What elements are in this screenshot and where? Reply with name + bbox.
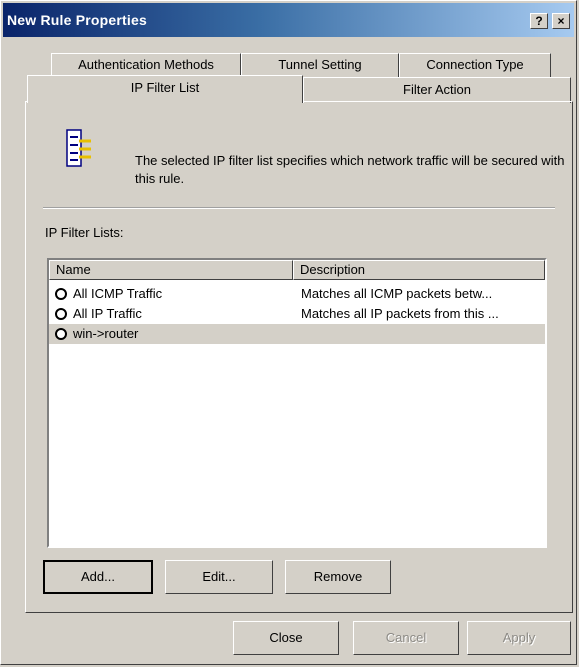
column-header-description[interactable]: Description xyxy=(293,260,545,280)
close-button[interactable]: Close xyxy=(233,621,339,655)
filter-name: All IP Traffic xyxy=(73,306,142,321)
column-header-name[interactable]: Name xyxy=(49,260,293,280)
close-window-button[interactable]: × xyxy=(552,13,570,29)
list-item[interactable]: All ICMP Traffic Matches all ICMP packet… xyxy=(49,284,545,304)
apply-button[interactable]: Apply xyxy=(467,621,571,655)
title-bar[interactable]: New Rule Properties ? × xyxy=(3,3,574,37)
list-header: Name Description xyxy=(49,260,545,280)
edit-button[interactable]: Edit... xyxy=(165,560,273,594)
filter-name: win->router xyxy=(73,326,139,341)
filter-description: Matches all ICMP packets betw... xyxy=(301,286,493,301)
window-title: New Rule Properties xyxy=(7,12,147,28)
remove-button[interactable]: Remove xyxy=(285,560,391,594)
list-item-selected[interactable]: win->router xyxy=(49,324,545,344)
separator xyxy=(43,207,555,209)
tab-filter-action[interactable]: Filter Action xyxy=(303,77,571,103)
dialog-window: New Rule Properties ? × Authentication M… xyxy=(0,0,577,665)
ip-filter-list-view[interactable]: Name Description All ICMP Traffic Matche… xyxy=(47,258,547,548)
filter-name: All ICMP Traffic xyxy=(73,286,163,301)
cancel-button[interactable]: Cancel xyxy=(353,621,459,655)
intro-text: The selected IP filter list specifies wh… xyxy=(135,153,565,186)
tab-authentication-methods[interactable]: Authentication Methods xyxy=(51,53,241,77)
tab-tunnel-setting[interactable]: Tunnel Setting xyxy=(241,53,399,77)
list-item[interactable]: All IP Traffic Matches all IP packets fr… xyxy=(49,304,545,324)
radio-button-icon[interactable] xyxy=(55,308,67,320)
radio-button-icon[interactable] xyxy=(55,328,67,340)
tab-connection-type[interactable]: Connection Type xyxy=(399,53,551,77)
help-button[interactable]: ? xyxy=(530,13,548,29)
ip-filter-lists-label: IP Filter Lists: xyxy=(45,225,124,240)
radio-button-icon[interactable] xyxy=(55,288,67,300)
filter-description: Matches all IP packets from this ... xyxy=(301,306,499,321)
ip-filter-list-icon xyxy=(66,129,91,167)
tab-ip-filter-list[interactable]: IP Filter List xyxy=(27,75,303,103)
add-button[interactable]: Add... xyxy=(43,560,153,594)
